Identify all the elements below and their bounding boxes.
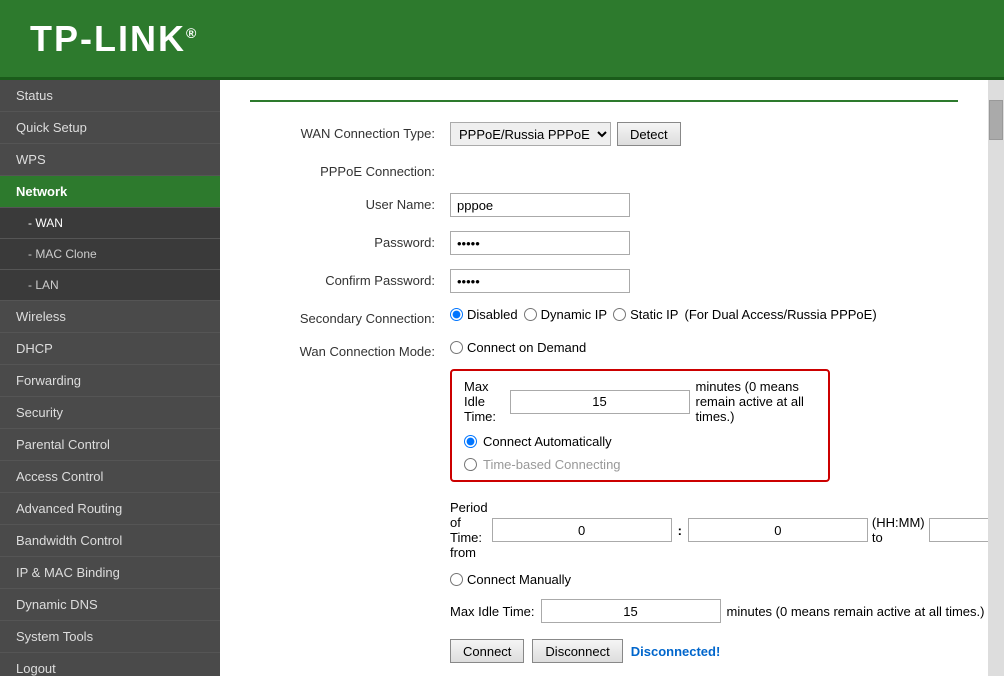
username-content [450,193,958,217]
detect-button[interactable]: Detect [617,122,681,146]
connect-on-demand-group: Connect on Demand [450,340,586,355]
from-hh-input[interactable] [492,518,672,542]
sidebar-item-lan[interactable]: - LAN [0,270,220,301]
sidebar-item-bandwidth-control[interactable]: Bandwidth Control [0,525,220,557]
sidebar-item-mac-clone[interactable]: - MAC Clone [0,239,220,270]
sidebar-item-advanced-routing[interactable]: Advanced Routing [0,493,220,525]
pppoe-connection-label: PPPoE Connection: [250,160,450,179]
wan-connection-type-select[interactable]: PPPoE/Russia PPPoE [450,122,611,146]
wan-connection-mode-content: Connect on Demand Max Idle Time: minutes… [450,340,988,663]
connect-auto-highlight-box: Max Idle Time: minutes (0 means remain a… [450,369,830,482]
sidebar-item-logout[interactable]: Logout [0,653,220,676]
time-based-row: Time-based Connecting [464,457,816,472]
wan-connection-type-content: PPPoE/Russia PPPoE Detect [450,122,958,146]
username-input[interactable] [450,193,630,217]
dual-access-label: (For Dual Access/Russia PPPoE) [684,307,876,322]
connect-automatically-radio[interactable] [464,435,477,448]
sidebar-item-dhcp[interactable]: DHCP [0,333,220,365]
header: TP-LINK® [0,0,1004,80]
sidebar-item-dynamic-dns[interactable]: Dynamic DNS [0,589,220,621]
period-row: Period of Time: from : (HH:MM) to : (HH:… [450,500,988,560]
sidebar-item-parental-control[interactable]: Parental Control [0,429,220,461]
from-mm-input[interactable] [688,518,868,542]
connect-on-demand-radio[interactable] [450,341,463,354]
password-content [450,231,958,255]
disabled-label: Disabled [467,307,518,322]
connect-on-demand-label: Connect on Demand [467,340,586,355]
dynamic-ip-label: Dynamic IP [541,307,607,322]
password-input[interactable] [450,231,630,255]
colon1: : [678,523,682,538]
username-label: User Name: [250,193,450,212]
wan-connection-mode-row: Wan Connection Mode: Connect on Demand M… [250,340,958,663]
scrollbar[interactable] [988,80,1004,676]
dynamic-ip-radio[interactable] [524,308,537,321]
content-area: WAN Connection Type: PPPoE/Russia PPPoE … [220,80,988,676]
from-hhmm-label: (HH:MM) to [872,515,925,545]
logo-reg: ® [186,25,198,41]
connect-buttons-row: Connect Disconnect Disconnected! [450,639,720,663]
wan-connection-mode-label: Wan Connection Mode: [250,340,450,359]
sidebar-item-status[interactable]: Status [0,80,220,112]
connect-manually-label: Connect Manually [467,572,571,587]
max-idle-input2[interactable] [541,599,721,623]
sidebar-item-wan[interactable]: - WAN [0,208,220,239]
time-based-label: Time-based Connecting [483,457,621,472]
static-ip-label: Static IP [630,307,678,322]
username-row: User Name: [250,193,958,217]
to-hh-input[interactable] [929,518,988,542]
static-ip-radio[interactable] [613,308,626,321]
max-idle-note2: minutes (0 means remain active at all ti… [727,604,985,619]
connect-automatically-label: Connect Automatically [483,434,612,449]
confirm-password-input[interactable] [450,269,630,293]
logo: TP-LINK® [30,18,198,60]
time-based-radio[interactable] [464,458,477,471]
connect-button[interactable]: Connect [450,639,524,663]
static-ip-radio-group: Static IP [613,307,678,322]
max-idle-time-row1: Max Idle Time: minutes (0 means remain a… [464,379,816,424]
scrollbar-thumb[interactable] [989,100,1003,140]
confirm-password-label: Confirm Password: [250,269,450,288]
secondary-connection-content: Disabled Dynamic IP Static IP (For Dual … [450,307,958,322]
sidebar-item-forwarding[interactable]: Forwarding [0,365,220,397]
sidebar-item-network[interactable]: Network [0,176,220,208]
sidebar-item-wps[interactable]: WPS [0,144,220,176]
main-layout: Status Quick Setup WPS Network - WAN - M… [0,80,1004,676]
sidebar-item-system-tools[interactable]: System Tools [0,621,220,653]
sidebar-item-security[interactable]: Security [0,397,220,429]
connect-manually-group: Connect Manually [450,572,571,587]
secondary-connection-row: Secondary Connection: Disabled Dynamic I… [250,307,958,326]
connect-manually-radio[interactable] [450,573,463,586]
max-idle-label1: Max Idle Time: [464,379,504,424]
secondary-connection-label: Secondary Connection: [250,307,450,326]
password-label: Password: [250,231,450,250]
disabled-radio[interactable] [450,308,463,321]
max-idle-time-row2: Max Idle Time: minutes (0 means remain a… [450,599,984,623]
sidebar-item-ip-mac-binding[interactable]: IP & MAC Binding [0,557,220,589]
top-divider [250,100,958,102]
pppoe-connection-row: PPPoE Connection: [250,160,958,179]
wan-connection-type-row: WAN Connection Type: PPPoE/Russia PPPoE … [250,122,958,146]
wan-connection-type-label: WAN Connection Type: [250,122,450,141]
sidebar-item-wireless[interactable]: Wireless [0,301,220,333]
sidebar: Status Quick Setup WPS Network - WAN - M… [0,80,220,676]
confirm-password-row: Confirm Password: [250,269,958,293]
sidebar-item-quick-setup[interactable]: Quick Setup [0,112,220,144]
connect-auto-row: Connect Automatically [464,430,816,453]
confirm-password-content [450,269,958,293]
period-label: Period of Time: from [450,500,488,560]
password-row: Password: [250,231,958,255]
disabled-radio-group: Disabled [450,307,518,322]
disconnected-status: Disconnected! [631,644,721,659]
dynamic-ip-radio-group: Dynamic IP [524,307,607,322]
max-idle-label2: Max Idle Time: [450,604,535,619]
disconnect-button[interactable]: Disconnect [532,639,622,663]
sidebar-item-access-control[interactable]: Access Control [0,461,220,493]
max-idle-input1[interactable] [510,390,690,414]
max-idle-note1: minutes (0 means remain active at all ti… [696,379,817,424]
